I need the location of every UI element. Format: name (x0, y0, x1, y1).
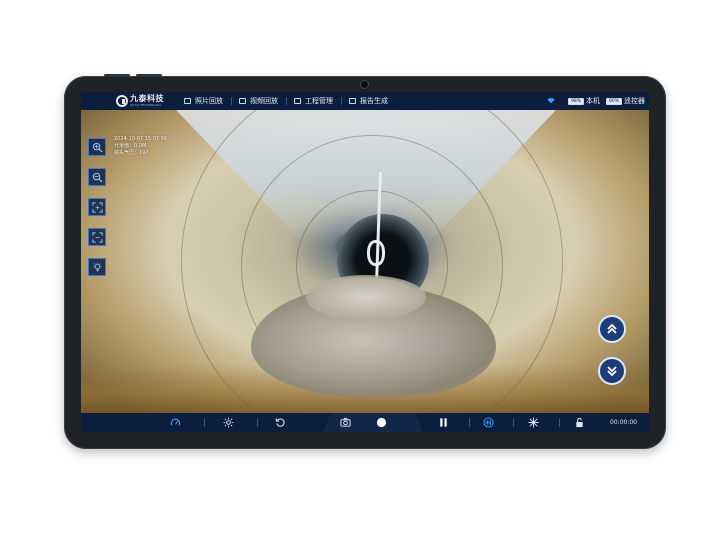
rope-loop (367, 240, 385, 266)
battery-remote-label: 遥控器 (624, 97, 645, 105)
reset-button[interactable] (274, 416, 287, 429)
brand-logo: 九泰科技 JIU TAI TECHNOLOGY (116, 95, 164, 107)
film-icon (239, 98, 246, 104)
tablet-device: 九泰科技 JIU TAI TECHNOLOGY 照片回放 视频回放 工程管理 报… (64, 74, 666, 449)
rotate-icon (275, 418, 285, 427)
separator (469, 418, 470, 427)
double-chevron-up-icon (607, 323, 617, 334)
audio-button[interactable] (482, 416, 495, 429)
nav-photo-playback[interactable]: 照片回放 (176, 92, 231, 110)
front-camera (360, 80, 369, 89)
focus-expand-icon (91, 201, 103, 213)
separator (204, 418, 205, 427)
battery-icon: 98% (568, 97, 584, 105)
record-icon (376, 417, 387, 428)
capture-notch (323, 413, 423, 432)
report-icon (349, 98, 356, 104)
nav-project-management[interactable]: 工程管理 (286, 92, 341, 110)
sun-icon (223, 417, 234, 428)
nav-label: 照片回放 (195, 97, 223, 105)
unlock-icon (576, 417, 583, 428)
snapshot-button[interactable] (339, 416, 352, 429)
clipboard-icon (294, 98, 301, 104)
audio-icon (483, 417, 494, 428)
nav-video-playback[interactable]: 视频回放 (231, 92, 286, 110)
pipe-camera-view[interactable]: 2024-10-07 15:07:56 计米值：0.0M 镜头气压：197 (81, 110, 649, 413)
image-icon (184, 98, 191, 104)
move-up-button[interactable] (598, 315, 626, 343)
record-button[interactable] (375, 416, 388, 429)
volume-button (104, 74, 130, 77)
zoom-out-button[interactable] (88, 168, 106, 186)
logo-subtitle: JIU TAI TECHNOLOGY (130, 103, 162, 107)
wifi-icon (546, 98, 556, 104)
gauge-icon (170, 418, 181, 426)
battery-local: 98% 本机 (568, 96, 600, 106)
focus-shrink-icon (91, 231, 103, 243)
snowflake-icon (528, 417, 539, 428)
sediment-debris-top (306, 275, 426, 320)
move-down-button[interactable] (598, 357, 626, 385)
lock-button[interactable] (573, 416, 586, 429)
separator (513, 418, 514, 427)
battery-local-label: 本机 (586, 97, 600, 105)
logo-icon (116, 95, 128, 107)
pause-button[interactable] (437, 416, 450, 429)
overlay-meter: 计米值：0.0M (114, 143, 147, 149)
overlay-pressure: 镜头气压：197 (114, 150, 149, 156)
separator (559, 418, 560, 427)
nav-report-generate[interactable]: 报告生成 (341, 92, 396, 110)
record-timer: 00:00:00 (610, 419, 637, 426)
separator (257, 418, 258, 427)
zoom-out-icon (92, 172, 103, 183)
speed-gauge-button[interactable] (169, 416, 182, 429)
lamp-button[interactable] (527, 416, 540, 429)
bottom-bar: 00:00:00 (81, 413, 649, 432)
battery-icon: 80% (606, 97, 622, 105)
app-screen: 九泰科技 JIU TAI TECHNOLOGY 照片回放 视频回放 工程管理 报… (81, 92, 649, 432)
double-chevron-down-icon (607, 366, 617, 377)
zoom-in-button[interactable] (88, 138, 106, 156)
light-button[interactable] (88, 258, 106, 276)
focus-expand-button[interactable] (88, 198, 106, 216)
zoom-in-icon (92, 142, 103, 153)
pause-icon (440, 418, 447, 427)
logo-name: 九泰科技 (130, 94, 164, 103)
nav-label: 视频回放 (250, 97, 278, 105)
nav-label: 工程管理 (305, 97, 333, 105)
power-button (136, 74, 162, 77)
left-toolbar (88, 138, 106, 288)
video-overlay-info: 2024-10-07 15:07:56 计米值：0.0M 镜头气压：197 (114, 136, 167, 157)
overlay-datetime: 2024-10-07 15:07:56 (114, 136, 168, 142)
status-area: 98% 本机 80% 遥控器 (546, 96, 645, 106)
battery-remote: 80% 遥控器 (606, 96, 645, 106)
right-toolbar (598, 315, 626, 399)
brightness-button[interactable] (222, 416, 235, 429)
nav-label: 报告生成 (360, 97, 388, 105)
camera-icon (340, 417, 351, 427)
top-bar: 九泰科技 JIU TAI TECHNOLOGY 照片回放 视频回放 工程管理 报… (81, 92, 649, 110)
focus-shrink-button[interactable] (88, 228, 106, 246)
main-nav: 照片回放 视频回放 工程管理 报告生成 (176, 92, 396, 110)
lightbulb-icon (92, 261, 102, 271)
